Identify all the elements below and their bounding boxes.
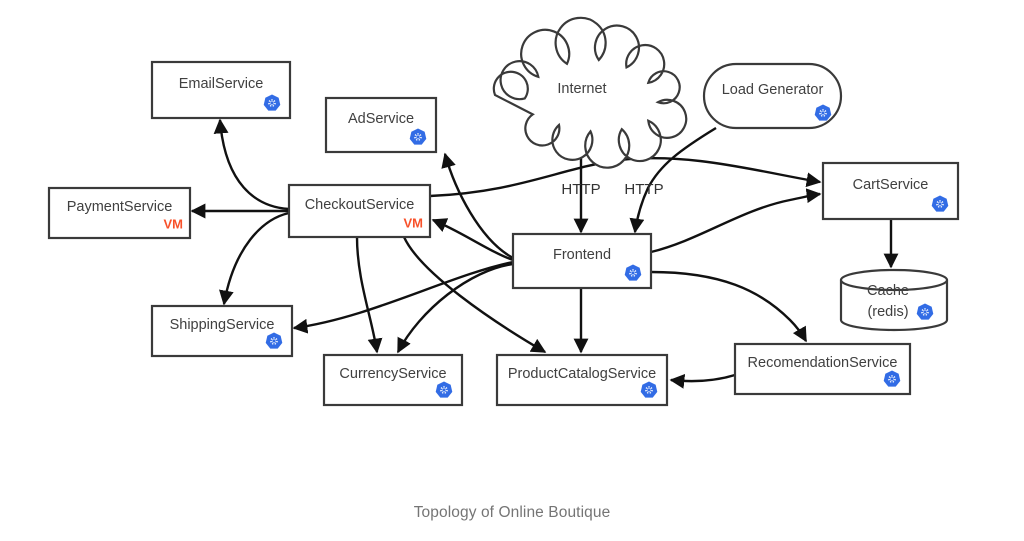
node-label: CheckoutService [305, 197, 415, 213]
node-label: EmailService [179, 76, 264, 92]
node-cartservice[interactable]: CartService [821, 161, 960, 221]
node-internet[interactable]: Internet [492, 16, 688, 169]
node-label: Cache [867, 283, 909, 299]
edge-label-internet-frontend: HTTP [561, 181, 600, 198]
node-loadgenerator[interactable]: Load Generator [702, 62, 843, 130]
topology-svg: EmailService AdService Internet Load Genera… [47, 16, 960, 407]
node-checkoutservice[interactable]: CheckoutService VM [287, 183, 432, 239]
edge-checkoutservice-to-currencyservice [355, 236, 383, 354]
vm-badge: VM [404, 215, 424, 230]
node-label: AdService [348, 111, 414, 127]
edge-frontend-to-checkoutservice [431, 218, 514, 262]
node-label: ProductCatalogService [508, 366, 656, 382]
edge-frontend-to-recomendationservice [650, 270, 808, 343]
node-label: Load Generator [722, 82, 824, 98]
node-cache[interactable]: Cache (redis) [839, 268, 949, 332]
node-paymentservice[interactable]: PaymentServiceVM [47, 186, 192, 240]
node-shippingservice[interactable]: ShippingService [150, 304, 294, 358]
node-productcatalogservice[interactable]: ProductCatalogService [495, 353, 669, 407]
edge-checkoutservice-to-shippingservice [219, 211, 290, 306]
node-label: ShippingService [170, 317, 275, 333]
node-emailservice[interactable]: EmailService [150, 60, 292, 120]
node-adservice[interactable]: AdService [324, 96, 438, 154]
node-label: Frontend [553, 247, 611, 263]
diagram-caption: Topology of Online Boutique [413, 504, 611, 521]
node-frontend[interactable]: Frontend [511, 232, 653, 290]
node-label: CurrencyService [339, 366, 446, 382]
node-label: Internet [557, 81, 606, 97]
node-layer: EmailService AdService Internet Load Genera… [47, 16, 960, 407]
node-label: RecomendationService [748, 355, 898, 371]
edge-recomendationservice-to-productcatalogservice [669, 373, 736, 389]
node-label: CartService [853, 177, 929, 193]
node-recomendationservice[interactable]: RecomendationService [733, 342, 912, 396]
edge-checkoutservice-to-emailservice [213, 118, 290, 211]
edge-frontend-to-currencyservice [396, 262, 514, 354]
topology-diagram: EmailService AdService Internet Load Genera… [0, 0, 1024, 541]
node-label-secondary: (redis) [867, 304, 908, 320]
edge-frontend-to-cartservice [650, 188, 822, 254]
edge-label-loadgenerator-frontend: HTTP [624, 181, 663, 198]
vm-badge: VM [164, 216, 184, 231]
edge-frontend-to-shippingservice [292, 260, 514, 334]
edge-label-layer: HTTP HTTP [561, 181, 663, 198]
node-label: PaymentService [67, 199, 173, 215]
node-currencyservice[interactable]: CurrencyService [322, 353, 464, 407]
